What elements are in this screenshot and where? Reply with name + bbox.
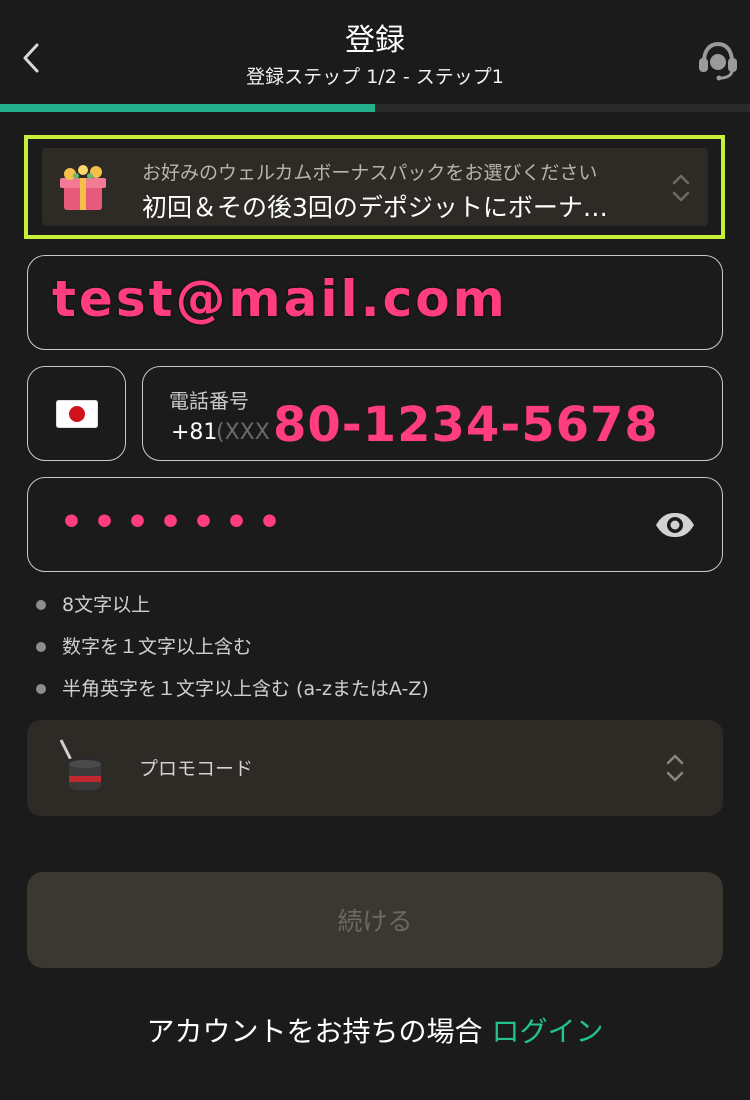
eye-icon[interactable] — [654, 510, 696, 540]
password-value: ••••••• — [60, 502, 292, 543]
progress-bar — [0, 104, 750, 112]
bullet-dot — [36, 684, 46, 694]
chevron-up-down-icon — [672, 174, 690, 202]
password-rules: 8文字以上 数字を１文字以上含む 半角英字を１文字以上含む (a-zまたはA-Z… — [36, 593, 429, 719]
email-value: test@mail.com — [52, 270, 508, 328]
progress-fill — [0, 104, 375, 112]
chevron-up-down-icon — [666, 754, 684, 782]
support-button[interactable] — [694, 36, 742, 84]
phone-placeholder: (XXX — [216, 420, 270, 445]
step-subtitle: 登録ステップ 1/2 - ステップ1 — [246, 66, 504, 88]
japan-flag-icon — [56, 400, 98, 428]
headset-icon — [699, 41, 737, 81]
rule-text: 8文字以上 — [62, 594, 151, 616]
header: 登録 登録ステップ 1/2 - ステップ1 — [0, 0, 750, 104]
password-rule: 数字を１文字以上含む — [36, 635, 429, 677]
page-title: 登録 — [345, 23, 405, 58]
phone-prefix: +81 — [171, 420, 218, 445]
country-code-select[interactable] — [27, 366, 126, 461]
bullet-dot — [36, 642, 46, 652]
password-field[interactable]: ••••••• — [27, 477, 723, 572]
continue-button[interactable]: 続ける — [27, 872, 723, 968]
email-field[interactable]: test@mail.com — [27, 255, 723, 350]
password-rule: 8文字以上 — [36, 593, 429, 635]
password-rule: 半角英字を１文字以上含む (a-zまたはA-Z) — [36, 677, 429, 719]
bonus-select-value: 初回＆その後3回のデポジットにボーナ… — [142, 193, 608, 222]
login-prompt: アカウントをお持ちの場合 — [146, 1015, 483, 1048]
phone-label: 電話番号 — [169, 389, 249, 413]
phone-field[interactable]: 電話番号 +81 (XXX 80-1234-5678 — [142, 366, 723, 461]
rule-text: 半角英字を１文字以上含む (a-zまたはA-Z) — [62, 678, 429, 700]
welcome-bonus-select[interactable]: お好みのウェルカムボーナスパックをお選びください 初回＆その後3回のデポジットに… — [42, 148, 708, 226]
bullet-dot — [36, 600, 46, 610]
login-link[interactable]: ログイン — [491, 1015, 603, 1048]
highlight-frame: お好みのウェルカムボーナスパックをお選びください 初回＆その後3回のデポジットに… — [24, 135, 725, 239]
magic-hat-icon — [59, 739, 107, 791]
gift-box-icon — [60, 165, 106, 210]
promo-code-select[interactable]: プロモコード — [27, 720, 723, 816]
rule-text: 数字を１文字以上含む — [62, 636, 253, 658]
login-prompt-row: アカウントをお持ちの場合 ログイン — [0, 1010, 750, 1050]
bonus-select-label: お好みのウェルカムボーナスパックをお選びください — [142, 162, 598, 184]
promo-code-label: プロモコード — [139, 758, 254, 780]
phone-value: 80-1234-5678 — [273, 397, 659, 453]
